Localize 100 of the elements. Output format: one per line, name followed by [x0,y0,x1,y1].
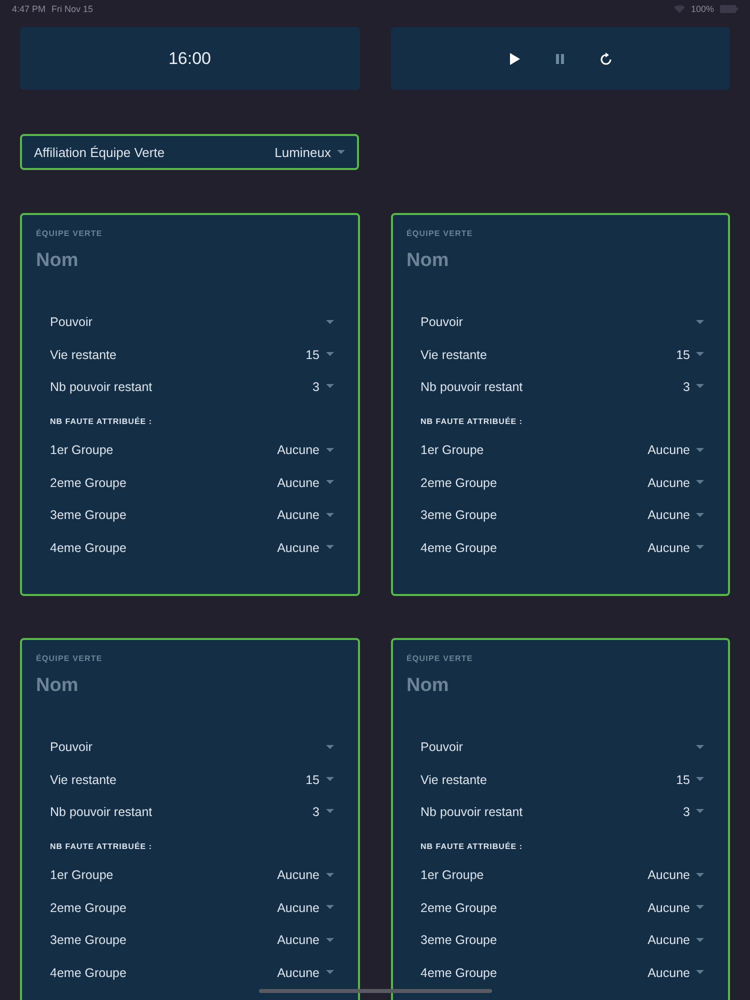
select-row[interactable]: 3eme Groupe Aucune [36,498,334,532]
status-date: Fri Nov 15 [52,4,94,14]
dropdown-label: Affiliation Équipe Verte [34,144,166,160]
caret-icon [326,905,334,910]
select-label: 4eme Groupe [50,540,128,555]
caret-icon [696,938,704,943]
select-row[interactable]: Pouvoir [36,306,334,338]
section-heading: NB FAUTE ATTRIBUÉE : [420,416,524,428]
caret-icon [326,448,334,453]
select-value: Aucune [277,900,320,915]
select-value: Aucune [648,966,690,980]
select-row[interactable]: Nb pouvoir restant 3 [36,796,334,828]
select-label: 3eme Groupe [50,933,128,948]
select-label: Vie restante [50,348,118,362]
affiliation-dropdown[interactable]: Affiliation Équipe Verte Lumineux [20,134,359,170]
team-label: ÉQUIPE VERTE [406,654,474,663]
select-row[interactable]: 3eme Groupe Aucune [36,924,334,956]
select-row[interactable]: 2eme Groupe Aucune [406,466,704,499]
name-field[interactable]: Nom [406,250,704,272]
caret-icon [326,352,334,358]
caret-icon [326,545,334,550]
caret-icon [326,384,334,390]
select-row[interactable]: 2eme Groupe Aucune [406,892,704,924]
select-label: 3eme Groupe [420,508,498,522]
select-value: Aucune [648,900,690,915]
select-value: Aucune [648,508,690,522]
select-label: 4eme Groupe [50,966,128,980]
caret-icon [326,512,334,518]
select-value: 3 [683,380,690,394]
select-row[interactable]: Nb pouvoir restant 3 [36,370,334,404]
select-value: Aucune [277,476,320,490]
caret-icon [337,150,345,154]
select-value: Aucune [277,508,320,522]
select-label: Pouvoir [50,740,94,754]
select-row[interactable]: 4eme Groupe Aucune [406,956,704,989]
select-value: 3 [312,804,320,819]
select-label: Vie restante [50,772,118,787]
battery-icon [720,5,738,13]
timer-display: 16:00 [168,48,212,68]
select-label: Pouvoir [50,315,94,330]
caret-icon [326,777,334,782]
select-row[interactable]: 4eme Groupe Aucune [406,531,704,564]
select-row[interactable]: 1er Groupe Aucune [36,859,334,892]
select-value: 15 [676,772,690,787]
select-row[interactable]: Vie restante 15 [406,338,704,371]
select-row[interactable]: Nb pouvoir restant 3 [406,796,704,828]
select-row[interactable]: 1er Groupe Aucune [36,434,334,467]
select-label: 2eme Groupe [420,476,498,490]
select-label: Vie restante [420,772,488,787]
select-label: 3eme Groupe [420,933,498,948]
name-field[interactable]: Nom [406,675,704,697]
select-label: Nb pouvoir restant [50,804,154,819]
select-row[interactable]: 3eme Groupe Aucune [406,924,704,956]
select-label: Vie restante [420,348,488,362]
select-value: 15 [306,772,320,787]
section-heading: NB FAUTE ATTRIBUÉE : [420,840,524,854]
team-label: ÉQUIPE VERTE [36,229,104,238]
select-row[interactable]: Vie restante 15 [36,338,334,371]
caret-icon [696,448,704,453]
dropdown-value: Lumineux [274,144,331,160]
section-heading: NB FAUTE ATTRIBUÉE : [49,416,153,428]
select-value: Aucune [277,933,320,948]
name-field[interactable]: Nom [36,675,334,697]
select-value: 15 [306,348,320,362]
select-label: Nb pouvoir restant [420,804,524,819]
select-label: 4eme Groupe [420,966,498,980]
caret-icon [326,938,334,943]
select-row[interactable]: Vie restante 15 [36,763,334,796]
select-value: Aucune [648,933,690,948]
select-row[interactable]: Nb pouvoir restant 3 [406,370,704,404]
caret-icon [696,320,704,325]
select-row[interactable]: 1er Groupe Aucune [406,859,704,892]
select-value: Aucune [277,443,320,458]
select-row[interactable]: Vie restante 15 [406,763,704,796]
select-row[interactable]: 1er Groupe Aucune [406,434,704,467]
select-value: Aucune [277,966,320,980]
select-row[interactable]: 3eme Groupe Aucune [406,498,704,532]
select-value: 15 [676,348,690,362]
select-row[interactable]: Pouvoir [406,306,704,338]
select-row[interactable]: 2eme Groupe Aucune [36,466,334,499]
reset-icon [599,52,614,66]
team-label: ÉQUIPE VERTE [36,654,104,663]
name-field[interactable]: Nom [36,250,334,272]
select-value: 3 [312,380,320,394]
select-label: 1er Groupe [50,868,114,882]
caret-icon [696,480,704,486]
caret-icon [326,872,334,878]
select-label: 1er Groupe [420,868,485,882]
caret-icon [326,480,334,486]
select-label: 2eme Groupe [50,900,128,915]
select-row[interactable]: Pouvoir [406,731,704,764]
select-label: 2eme Groupe [50,476,128,490]
select-row[interactable]: Pouvoir [36,731,334,764]
select-row[interactable]: 4eme Groupe Aucune [36,956,334,989]
select-value: Aucune [648,443,690,458]
select-row[interactable]: 2eme Groupe Aucune [36,892,334,924]
select-row[interactable]: 4eme Groupe Aucune [36,531,334,564]
caret-icon [326,809,334,814]
status-time: 4:47 PM [12,4,46,14]
select-value: Aucune [648,868,690,882]
